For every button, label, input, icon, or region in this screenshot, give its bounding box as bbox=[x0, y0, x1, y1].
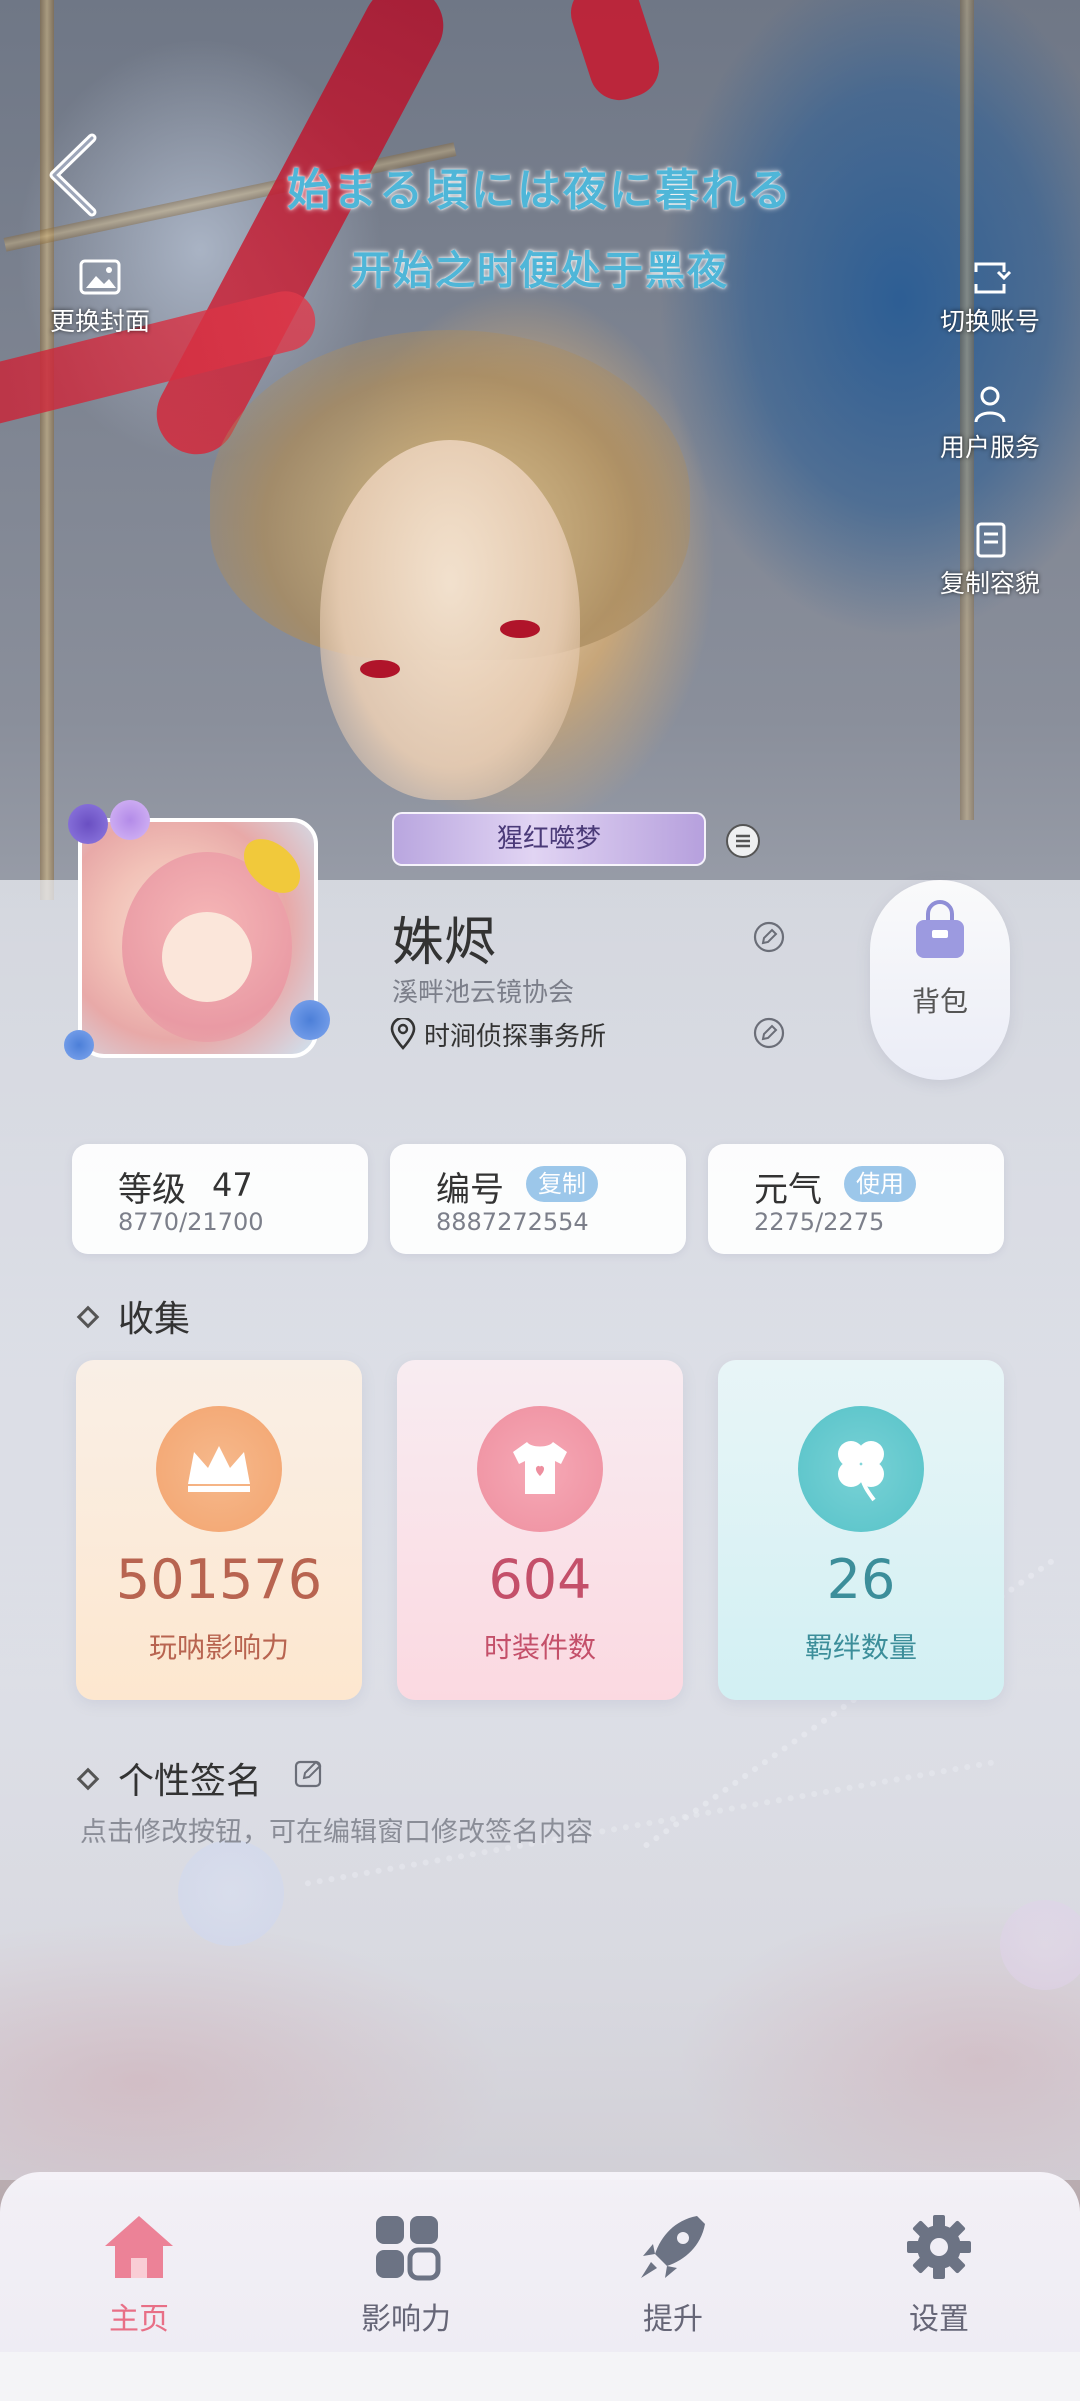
collection-heading: 收集 bbox=[76, 1290, 191, 1342]
edit-location-icon[interactable] bbox=[752, 1016, 786, 1050]
rocket-icon bbox=[641, 2216, 705, 2278]
influence-value: 501576 bbox=[115, 1548, 323, 1611]
edit-signature-icon[interactable] bbox=[292, 1756, 326, 1790]
nav-settings[interactable]: 设置 bbox=[864, 2212, 1014, 2338]
influence-card[interactable]: 501576 玩呐影响力 bbox=[76, 1360, 362, 1700]
switch-icon bbox=[974, 262, 1012, 294]
level-card: 等级 47 8770/21700 bbox=[72, 1144, 368, 1254]
level-progress: 8770/21700 bbox=[118, 1208, 264, 1236]
avatar[interactable] bbox=[60, 800, 334, 1080]
switch-account-label: 切换账号 bbox=[939, 307, 1040, 336]
flower-decor bbox=[68, 804, 108, 844]
change-cover-button[interactable]: 更换封面 bbox=[40, 258, 160, 338]
character-eye bbox=[360, 660, 400, 678]
flower-decor bbox=[110, 800, 150, 840]
diamond-icon bbox=[76, 1305, 100, 1329]
title-list-icon[interactable] bbox=[724, 822, 762, 860]
player-name: 姝烬 bbox=[392, 913, 497, 973]
bond-card[interactable]: 26 羁绊数量 bbox=[718, 1360, 1004, 1700]
tshirt-icon-circle bbox=[477, 1406, 603, 1532]
influence-label: 玩呐影响力 bbox=[148, 1631, 289, 1664]
energy-card: 元气 使用 2275/2275 bbox=[708, 1144, 1004, 1254]
title-badge[interactable]: 猩红噬梦 bbox=[392, 812, 706, 866]
character-face bbox=[320, 440, 580, 800]
nav-influence-label: 影响力 bbox=[361, 2302, 451, 2337]
edit-name-icon[interactable] bbox=[752, 920, 786, 954]
system-gesture-bar bbox=[0, 2352, 1080, 2401]
bond-value: 26 bbox=[826, 1548, 896, 1611]
avatar-image bbox=[78, 818, 318, 1058]
outfit-card[interactable]: 604 时装件数 bbox=[397, 1360, 683, 1700]
cover-subtitle: 开始之时便处于黑夜 bbox=[351, 248, 729, 294]
change-cover-label: 更换封面 bbox=[49, 307, 150, 336]
tshirt-icon bbox=[513, 1442, 567, 1494]
bag-label: 背包 bbox=[911, 985, 968, 1018]
crown-icon bbox=[188, 1446, 250, 1492]
level-label: 等级 bbox=[118, 1170, 186, 1210]
nav-influence[interactable]: 影响力 bbox=[331, 2212, 481, 2338]
user-service-button[interactable]: 用户服务 bbox=[920, 384, 1060, 464]
character-eye bbox=[500, 620, 540, 638]
bond-label: 羁绊数量 bbox=[804, 1631, 917, 1664]
bag-button[interactable]: 背包 bbox=[870, 880, 1010, 1080]
level-value: 47 bbox=[212, 1166, 253, 1204]
outfit-value: 604 bbox=[488, 1548, 592, 1611]
energy-value: 2275/2275 bbox=[754, 1208, 885, 1236]
location-pin-icon bbox=[390, 1018, 416, 1050]
user-service-label: 用户服务 bbox=[939, 433, 1040, 462]
avatar-face bbox=[162, 912, 252, 1002]
bag-icon bbox=[916, 900, 964, 958]
flower-decor bbox=[64, 1030, 94, 1060]
bottom-nav: 主页 影响力 提升 设置 bbox=[0, 2172, 1080, 2352]
copy-appearance-label: 复制容貌 bbox=[939, 569, 1040, 598]
nav-settings-label: 设置 bbox=[909, 2302, 969, 2337]
clover-icon bbox=[838, 1441, 884, 1502]
image-icon bbox=[79, 259, 121, 295]
cover-title: 始まる頃には夜に暮れる bbox=[287, 165, 793, 216]
nav-home-label: 主页 bbox=[109, 2302, 169, 2337]
gear-icon bbox=[907, 2215, 971, 2279]
nav-home[interactable]: 主页 bbox=[64, 2212, 214, 2338]
clover-icon-circle bbox=[798, 1406, 924, 1532]
signature-heading: 个性签名 bbox=[76, 1752, 263, 1804]
energy-label: 元气 bbox=[754, 1170, 822, 1210]
collection-title: 收集 bbox=[118, 1299, 191, 1340]
guild-name: 溪畔池云镜协会 bbox=[392, 978, 575, 1008]
crown-icon-circle bbox=[156, 1406, 282, 1532]
location-text: 时涧侦探事务所 bbox=[424, 1022, 607, 1052]
signature-title: 个性签名 bbox=[118, 1761, 263, 1802]
flower-decor bbox=[290, 1000, 330, 1040]
home-icon bbox=[105, 2216, 173, 2278]
grid-icon bbox=[376, 2216, 441, 2281]
use-energy-button[interactable]: 使用 bbox=[844, 1166, 916, 1202]
id-value: 8887272554 bbox=[436, 1208, 589, 1236]
user-icon bbox=[974, 386, 1006, 423]
nav-boost[interactable]: 提升 bbox=[598, 2212, 748, 2338]
copy-icon bbox=[976, 522, 1006, 558]
outfit-label: 时装件数 bbox=[483, 1631, 596, 1664]
switch-account-button[interactable]: 切换账号 bbox=[920, 258, 1060, 338]
signature-hint: 点击修改按钮，可在编辑窗口修改签名内容 bbox=[80, 1817, 593, 1848]
copy-appearance-button[interactable]: 复制容貌 bbox=[920, 520, 1060, 600]
nav-boost-label: 提升 bbox=[643, 2302, 703, 2337]
diamond-icon bbox=[76, 1767, 100, 1791]
id-label: 编号 bbox=[436, 1170, 504, 1210]
id-card: 编号 复制 8887272554 bbox=[390, 1144, 686, 1254]
copy-id-button[interactable]: 复制 bbox=[526, 1166, 598, 1202]
red-ribbon bbox=[563, 0, 667, 108]
